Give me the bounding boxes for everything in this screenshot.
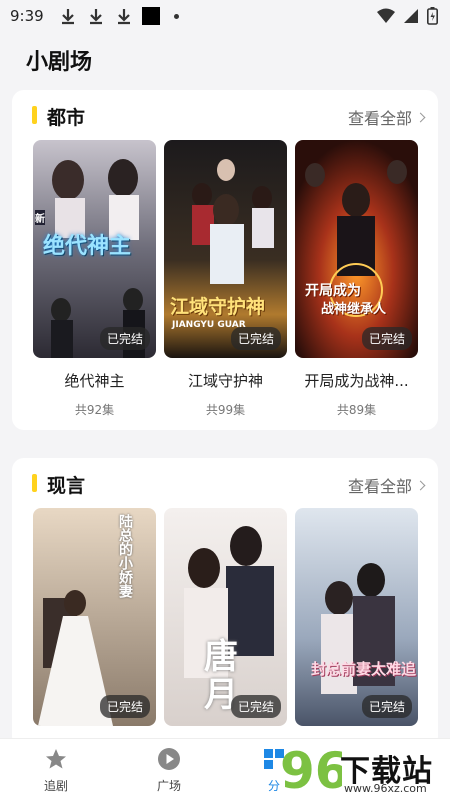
download-icon — [117, 9, 130, 25]
poster-tag: 新 — [35, 210, 45, 225]
drama-card[interactable]: 唐月 已完结 — [164, 508, 287, 726]
wifi-icon — [377, 8, 395, 23]
download-icon — [89, 9, 102, 25]
drama-title: 江域守护神 — [187, 372, 263, 390]
drama-poster: 开局成为 战神继承人 已完结 — [295, 140, 418, 358]
notification-square-icon — [141, 7, 160, 25]
status-badge: 已完结 — [361, 695, 412, 718]
poster-title-line2: 战神继承人 — [321, 302, 387, 317]
signal-icon — [404, 9, 418, 23]
status-badge: 已完结 — [99, 695, 150, 718]
play-icon — [158, 748, 180, 770]
view-all-label: 查看全部 — [347, 109, 412, 128]
section-title: 都市 — [47, 107, 86, 129]
view-all-link[interactable]: 查看全部 — [347, 473, 426, 497]
drama-title: 开局成为战神... — [304, 372, 409, 390]
episode-count: 共89集 — [336, 403, 377, 417]
poster-title: 封总前妻太难追 — [311, 660, 417, 678]
episode-count: 共99集 — [205, 403, 246, 417]
chevron-right-icon — [415, 112, 426, 122]
episode-count: 共92集 — [74, 403, 115, 417]
chevron-right-icon — [415, 480, 426, 490]
view-all-link[interactable]: 查看全部 — [347, 105, 426, 129]
drama-card[interactable]: 江域守护神 JIANGYU GUAR 已完结 江域守护神 共99集 — [164, 140, 287, 418]
poster-title: 陆总的小娇妻 — [117, 514, 133, 598]
nav-item-following[interactable]: 追剧 — [26, 747, 86, 794]
section-accent-bar — [32, 474, 37, 492]
status-badge: 已完结 — [99, 327, 150, 350]
watermark-url: www.96xz.com — [344, 782, 427, 795]
drama-card[interactable]: 开局成为 战神继承人 已完结 开局成为战神... 共89集 — [295, 140, 418, 418]
notification-dot-icon — [173, 13, 179, 19]
section-urban: 都市 查看全部 新 绝代神主 已完结 绝代神主 共92集 江域守护神 JIANG… — [12, 90, 438, 430]
drama-poster: 唐月 已完结 — [164, 508, 287, 726]
drama-poster: 江域守护神 JIANGYU GUAR 已完结 — [164, 140, 287, 358]
section-header: 都市 查看全部 — [12, 90, 438, 140]
poster-title: 开局成为 — [305, 283, 361, 299]
star-icon — [46, 749, 66, 769]
section-modern-romance: 现言 查看全部 陆总的小娇妻 已完结 唐月 已完结 封总前妻太难追 已完结 — [12, 458, 438, 748]
section-accent-bar — [32, 106, 37, 124]
status-bar: 9:39 — [0, 0, 450, 32]
watermark-digits: 96 — [280, 742, 342, 798]
view-all-label: 查看全部 — [347, 477, 412, 496]
download-icon — [61, 9, 74, 25]
status-time: 9:39 — [10, 7, 44, 25]
nav-item-plaza[interactable]: 广场 — [139, 747, 199, 794]
nav-label: 广场 — [156, 779, 181, 793]
drama-card[interactable]: 新 绝代神主 已完结 绝代神主 共92集 — [33, 140, 156, 418]
section-title: 现言 — [47, 475, 86, 497]
status-badge: 已完结 — [230, 327, 281, 350]
drama-title: 绝代神主 — [64, 372, 125, 390]
nav-label: 追剧 — [43, 779, 68, 793]
drama-poster: 陆总的小娇妻 已完结 — [33, 508, 156, 726]
drama-poster: 封总前妻太难追 已完结 — [295, 508, 418, 726]
section-header: 现言 查看全部 — [12, 458, 438, 508]
poster-title: 江域守护神 — [170, 296, 266, 318]
drama-poster: 新 绝代神主 已完结 — [33, 140, 156, 358]
battery-icon — [427, 7, 438, 25]
page-title: 小剧场 — [26, 50, 93, 75]
watermark-96-logo: 96 — [280, 742, 342, 798]
status-badge: 已完结 — [361, 327, 412, 350]
status-badge: 已完结 — [230, 695, 281, 718]
drama-card[interactable]: 陆总的小娇妻 已完结 — [33, 508, 156, 726]
poster-title: 绝代神主 — [43, 233, 132, 259]
watermark-logo: 96 下载站 www.96xz.com — [278, 738, 448, 798]
drama-card[interactable]: 封总前妻太难追 已完结 — [295, 508, 418, 726]
